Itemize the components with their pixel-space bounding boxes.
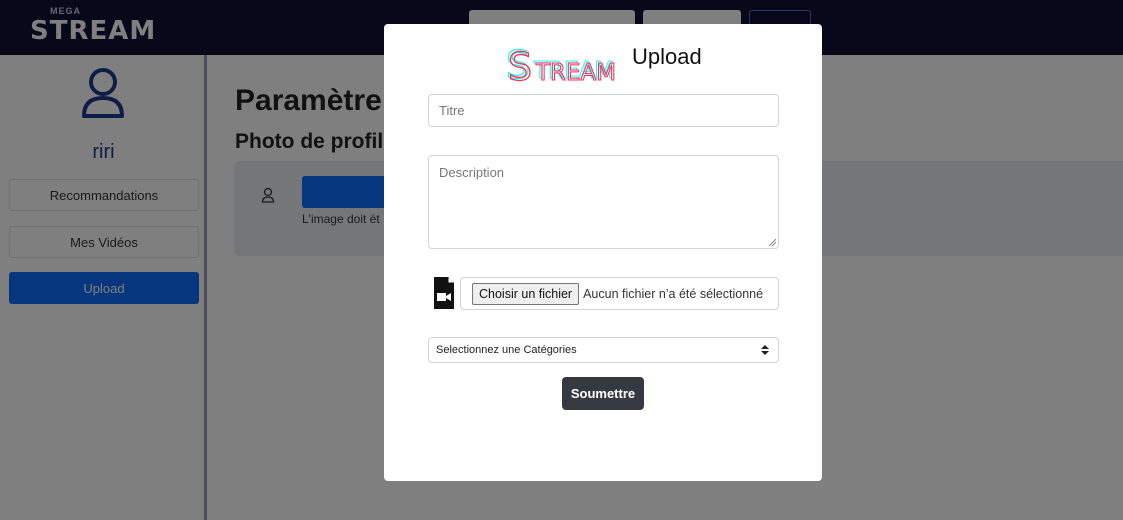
category-select[interactable]: Selectionnez une Catégories: [428, 337, 779, 363]
submit-button[interactable]: Soumettre: [562, 377, 644, 410]
chevron-updown-icon: [761, 345, 769, 355]
description-placeholder: Description: [439, 165, 505, 180]
file-input[interactable]: Choisir un fichier Aucun fichier n’a été…: [460, 277, 779, 310]
stream-logo: S S TREAM TREAM: [505, 42, 616, 84]
category-select-value: Selectionnez une Catégories: [436, 344, 577, 356]
stream-logo-rest-pink: TREAM: [535, 60, 616, 84]
title-input[interactable]: Titre: [428, 94, 779, 127]
description-textarea[interactable]: Description: [428, 155, 779, 249]
choose-file-button[interactable]: Choisir un fichier: [472, 282, 580, 305]
upload-modal: S S TREAM TREAM Upload Titre Description…: [384, 24, 822, 481]
video-file-icon: [434, 277, 454, 309]
modal-title: Upload: [632, 44, 702, 69]
resize-handle-icon[interactable]: [768, 238, 776, 246]
stream-logo-letter-pink: S: [508, 45, 532, 84]
file-status: Aucun fichier n’a été sélectionné: [583, 286, 764, 301]
